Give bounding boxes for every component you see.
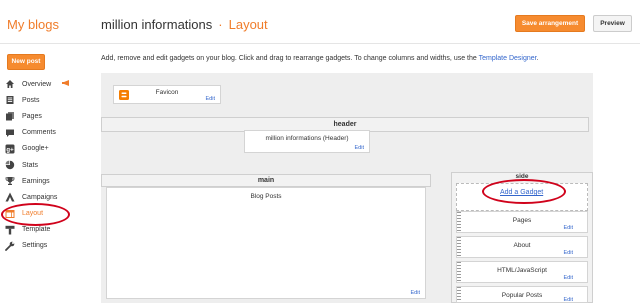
sidebar-item-google-plus[interactable]: g+ Google+ [0, 141, 90, 157]
sidebar-item-label: Pages [22, 112, 42, 120]
megaphone-icon [62, 80, 69, 86]
pages-icon [6, 112, 14, 121]
title-separator: · [218, 17, 223, 32]
header-edit-link[interactable]: Edit [355, 145, 364, 151]
sidebar-item-label: Comments [22, 129, 56, 137]
header-gadget[interactable]: million informations (Header) Edit [244, 130, 370, 153]
main-section: main [101, 174, 431, 187]
new-post-button[interactable]: New post [7, 54, 45, 70]
my-blogs-link[interactable]: My blogs [7, 17, 59, 32]
gadget-title: HTML/JavaScript [497, 267, 547, 274]
layout-highlight-circle [1, 203, 70, 226]
preview-button[interactable]: Preview [593, 15, 632, 32]
sidebar-nav: Overview Posts Pages Comments g+ Google+… [0, 76, 90, 254]
sidebar-item-stats[interactable]: Stats [0, 157, 90, 173]
blog-posts-gadget[interactable]: Blog Posts Edit [106, 187, 426, 299]
instructions-end: . [536, 55, 539, 62]
gadget-title: Pages [512, 217, 532, 224]
home-icon [6, 80, 14, 89]
sidebar-item-comments[interactable]: Comments [0, 125, 90, 141]
page-title: million informations · Layout [101, 17, 268, 32]
trophy-icon [5, 177, 15, 186]
google-plus-icon: g+ [5, 144, 15, 154]
gadget-pages[interactable]: Pages Edit [456, 211, 588, 233]
page-name: Layout [228, 17, 268, 32]
posts-icon [6, 96, 14, 105]
sidebar-item-label: Stats [22, 161, 38, 169]
sidebar-item-label: Posts [22, 96, 40, 104]
blog-posts-title: Blog Posts [250, 193, 282, 200]
wrench-icon [5, 241, 15, 251]
gadget-edit-link[interactable]: Edit [564, 297, 573, 303]
svg-text:g+: g+ [6, 147, 14, 153]
gadget-edit-link[interactable]: Edit [564, 275, 573, 281]
favicon-edit-link[interactable]: Edit [206, 96, 215, 102]
campaigns-icon [5, 192, 15, 202]
gadget-edit-link[interactable]: Edit [564, 250, 573, 256]
stats-icon [5, 160, 15, 170]
blog-posts-edit-link[interactable]: Edit [411, 290, 420, 296]
instructions: Add, remove and edit gadgets on your blo… [101, 55, 539, 62]
save-arrangement-button[interactable]: Save arrangement [515, 15, 585, 32]
add-gadget-highlight-circle [482, 179, 566, 204]
sidebar-item-earnings[interactable]: Earnings [0, 173, 90, 189]
comments-icon [6, 129, 14, 137]
instructions-text: Add, remove and edit gadgets on your blo… [101, 55, 479, 62]
favicon-title: Favicon [155, 89, 179, 96]
gadget-title: About [513, 242, 531, 249]
sidebar-item-pages[interactable]: Pages [0, 108, 90, 124]
sidebar-item-label: Template [22, 226, 51, 234]
gadget-popular-posts[interactable]: Popular Posts Edit [456, 286, 588, 303]
blog-name[interactable]: million informations [101, 17, 212, 32]
header-gadget-title: million informations (Header) [265, 135, 349, 142]
sidebar-item-label: Campaigns [22, 193, 58, 201]
sidebar-item-posts[interactable]: Posts [0, 92, 90, 108]
sidebar-item-label: Settings [22, 242, 48, 250]
sidebar-item-settings[interactable]: Settings [0, 238, 90, 254]
top-bar: My blogs million informations · Layout Sav… [0, 0, 640, 44]
template-designer-link[interactable]: Template Designer [479, 55, 537, 62]
favicon-gadget[interactable]: Favicon Edit [113, 85, 221, 104]
sidebar-item-overview[interactable]: Overview [0, 76, 90, 92]
gadget-edit-link[interactable]: Edit [564, 225, 573, 231]
gadget-about[interactable]: About Edit [456, 236, 588, 258]
template-icon [5, 225, 15, 235]
sidebar-item-label: Google+ [22, 145, 49, 153]
sidebar-item-label: Overview [22, 80, 52, 88]
gadget-html-javascript[interactable]: HTML/JavaScript Edit [456, 261, 588, 283]
sidebar-item-label: Earnings [22, 177, 50, 185]
